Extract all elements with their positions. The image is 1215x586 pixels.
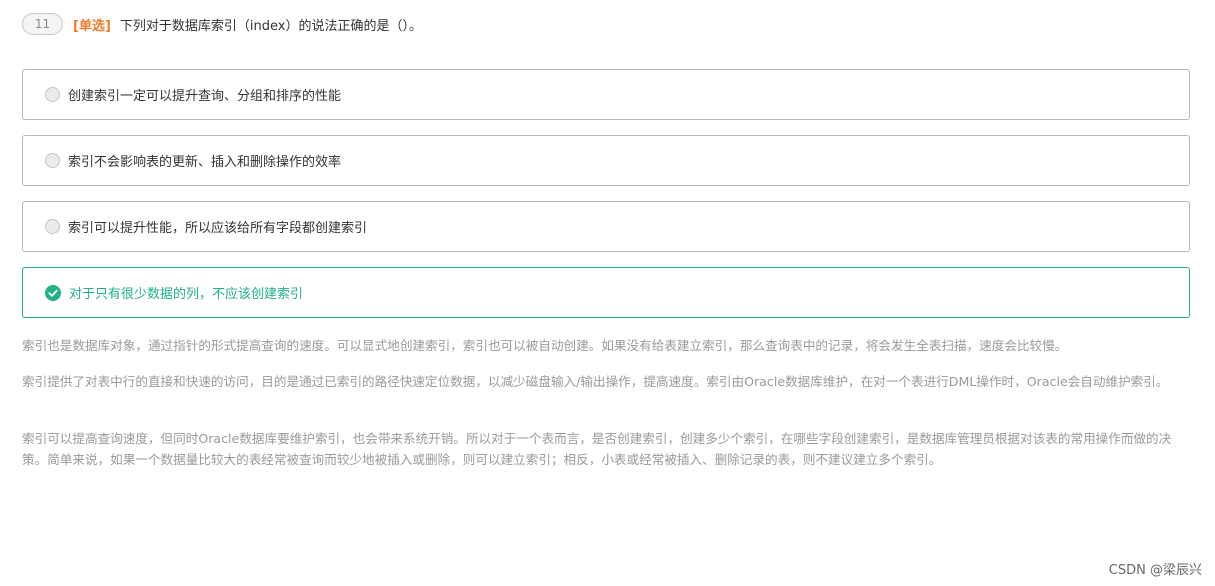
radio-circle-icon[interactable] xyxy=(45,219,60,234)
question-type-label: [单选] xyxy=(73,18,111,34)
question-number-badge: 11 xyxy=(22,13,63,35)
check-circle-icon[interactable] xyxy=(45,284,61,301)
option-d[interactable]: 对于只有很少数据的列，不应该创建索引 xyxy=(22,267,1190,318)
option-c[interactable]: 索引可以提升性能，所以应该给所有字段都创建索引 xyxy=(22,201,1190,252)
option-a[interactable]: 创建索引一定可以提升查询、分组和排序的性能 xyxy=(22,69,1190,120)
question-header: 11 [单选] 下列对于数据库索引（index）的说法正确的是（）。 xyxy=(22,12,422,36)
question-text: 下列对于数据库索引（index）的说法正确的是（）。 xyxy=(119,18,422,34)
radio-circle-icon[interactable] xyxy=(45,153,60,168)
option-c-label: 索引可以提升性能，所以应该给所有字段都创建索引 xyxy=(68,221,368,236)
analysis-paragraph-3: 索引可以提高查询速度，但同时Oracle数据库要维护索引，也会带来系统开销。所以… xyxy=(22,431,1172,467)
analysis-paragraph-1: 索引也是数据库对象，通过指针的形式提高查询的速度。可以显式地创建索引，索引也可以… xyxy=(22,338,1068,353)
option-b-label: 索引不会影响表的更新、插入和删除操作的效率 xyxy=(68,155,342,170)
option-a-label: 创建索引一定可以提升查询、分组和排序的性能 xyxy=(68,89,342,104)
option-d-label: 对于只有很少数据的列，不应该创建索引 xyxy=(69,287,304,302)
csdn-watermark: CSDN @梁辰兴 xyxy=(1108,563,1202,578)
radio-circle-icon[interactable] xyxy=(45,87,60,102)
analysis-paragraph-2: 索引提供了对表中行的直接和快速的访问，目的是通过已索引的路径快速定位数据，以减少… xyxy=(22,374,1169,389)
option-b[interactable]: 索引不会影响表的更新、插入和删除操作的效率 xyxy=(22,135,1190,186)
